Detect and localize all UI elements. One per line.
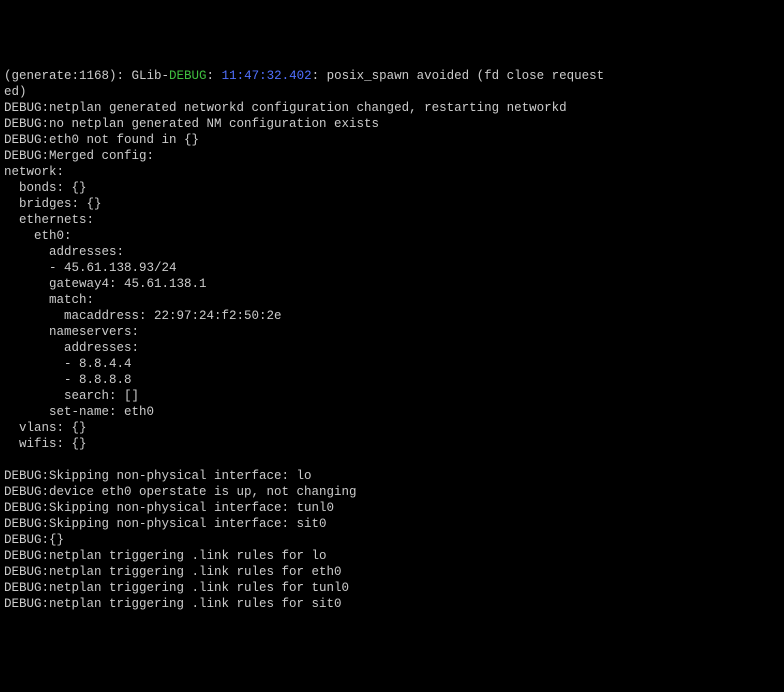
terminal-output: (generate:1168): GLib-DEBUG: 11:47:32.40…: [4, 68, 780, 612]
log-line: DEBUG:netplan generated networkd configu…: [4, 101, 567, 115]
message-text: : posix_spawn avoided (fd close request: [312, 69, 605, 83]
yaml-line: bridges: {}: [4, 197, 102, 211]
separator: :: [207, 69, 222, 83]
timestamp: 11:47:32.402: [222, 69, 312, 83]
yaml-line: search: []: [4, 389, 139, 403]
log-line: DEBUG:eth0 not found in {}: [4, 133, 199, 147]
log-line: DEBUG:netplan triggering .link rules for…: [4, 597, 342, 611]
yaml-line: gateway4: 45.61.138.1: [4, 277, 207, 291]
log-line: (generate:1168): GLib-DEBUG: 11:47:32.40…: [4, 69, 604, 83]
debug-level: DEBUG: [169, 69, 207, 83]
log-line: DEBUG:{}: [4, 533, 64, 547]
log-line: DEBUG:netplan triggering .link rules for…: [4, 581, 349, 595]
yaml-line: - 8.8.8.8: [4, 373, 132, 387]
glib-prefix: (generate:1168): GLib-: [4, 69, 169, 83]
log-line: DEBUG:netplan triggering .link rules for…: [4, 565, 342, 579]
yaml-line: vlans: {}: [4, 421, 87, 435]
yaml-line: macaddress: 22:97:24:f2:50:2e: [4, 309, 282, 323]
log-line: DEBUG:netplan triggering .link rules for…: [4, 549, 327, 563]
log-line: DEBUG:Skipping non-physical interface: s…: [4, 517, 327, 531]
yaml-line: network:: [4, 165, 64, 179]
yaml-line: - 8.8.4.4: [4, 357, 132, 371]
log-line: DEBUG:Skipping non-physical interface: l…: [4, 469, 312, 483]
log-line: DEBUG:Skipping non-physical interface: t…: [4, 501, 334, 515]
yaml-line: eth0:: [4, 229, 72, 243]
log-line: DEBUG:device eth0 operstate is up, not c…: [4, 485, 357, 499]
yaml-line: ethernets:: [4, 213, 94, 227]
yaml-line: set-name: eth0: [4, 405, 154, 419]
yaml-line: - 45.61.138.93/24: [4, 261, 177, 275]
yaml-line: match:: [4, 293, 94, 307]
yaml-line: addresses:: [4, 341, 139, 355]
log-line: DEBUG:Merged config:: [4, 149, 154, 163]
log-line: ed): [4, 85, 27, 99]
yaml-line: addresses:: [4, 245, 124, 259]
yaml-line: wifis: {}: [4, 437, 87, 451]
yaml-line: nameservers:: [4, 325, 139, 339]
yaml-line: bonds: {}: [4, 181, 87, 195]
log-line: DEBUG:no netplan generated NM configurat…: [4, 117, 379, 131]
